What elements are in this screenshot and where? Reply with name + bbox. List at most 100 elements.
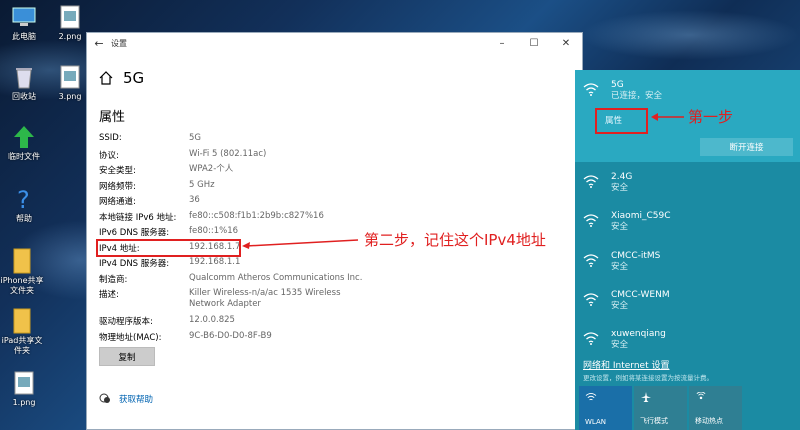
property-value: 12.0.0.825 (189, 315, 235, 325)
property-row: 物理地址(MAC): 9C-B6-D0-D0-8F-B9 (99, 331, 569, 347)
network-status: 安全 (611, 183, 629, 193)
desktop-icon-recycle-bin[interactable]: 回收站 (2, 64, 46, 102)
wifi-icon (583, 175, 599, 188)
step2-annotation: 第二步，记住这个IPv4地址 (364, 231, 546, 249)
network-item-active[interactable]: 5G 已连接，安全 (583, 80, 662, 102)
property-row: 协议: Wi-Fi 5 (802.11ac) (99, 149, 569, 165)
back-arrow-icon[interactable]: ← (87, 37, 111, 50)
step2-arrow (242, 239, 359, 249)
property-key: 安全类型: (99, 166, 136, 176)
property-row: 网络频带: 5 GHz (99, 180, 569, 196)
page-heading: 5G (99, 69, 144, 87)
network-status: 安全 (611, 301, 629, 311)
property-value: WPA2-个人 (189, 164, 234, 174)
folder-icon (9, 248, 35, 274)
network-name: CMCC-itMS (611, 251, 661, 261)
network-name: xuwenqiang (611, 329, 666, 339)
network-item[interactable]: CMCC-WENM 安全 (583, 290, 670, 312)
mobile-hotspot-tile[interactable]: 移动热点 (689, 386, 742, 430)
green-arrow-icon (11, 124, 37, 150)
recycle-bin-icon (11, 64, 37, 90)
network-name: Xiaomi_C59C (611, 211, 671, 221)
tile-label: WLAN (585, 418, 607, 426)
property-key: 描述: (99, 290, 119, 300)
help-link[interactable]: 获取帮助 (99, 393, 153, 405)
airplane-mode-tile[interactable]: 飞行模式 (634, 386, 687, 430)
wlan-tile[interactable]: WLAN (579, 386, 632, 430)
property-row: IPv4 DNS 服务器: 192.168.1.1 (99, 257, 569, 273)
quick-action-tiles: WLAN 飞行模式 移动热点 (575, 384, 800, 430)
desktop-icon-label: 帮助 (16, 214, 32, 223)
ipv4-highlight-box (96, 239, 241, 257)
property-key: IPv4 DNS 服务器: (99, 259, 170, 269)
desktop-icon-label: iPhone共享文件夹 (0, 276, 44, 295)
network-status: 安全 (611, 340, 629, 350)
network-name-title: 5G (123, 69, 145, 87)
property-value: 5G (189, 133, 201, 143)
wifi-icon (583, 332, 599, 345)
wifi-icon (583, 83, 599, 96)
desktop-icon-label: iPad共享文件夹 (1, 336, 43, 355)
step1-annotation: 第一步 (688, 108, 734, 126)
property-key: 物理地址(MAC): (99, 332, 162, 343)
property-key: 网络频带: (99, 181, 136, 192)
property-key: 网络通道: (99, 197, 136, 207)
desktop-icon-label: 此电脑 (12, 32, 36, 41)
desktop-icon-computer[interactable]: 此电脑 (2, 4, 46, 42)
airplane-icon (641, 392, 651, 402)
section-title: 属性 (99, 110, 126, 125)
image-file-icon (11, 370, 37, 396)
network-settings-description: 更改设置，例如将某连接设置为按流量计费。 (583, 374, 713, 382)
tile-label: 移动热点 (695, 417, 723, 425)
desktop-icon-1png[interactable]: 1.png (2, 370, 46, 408)
image-file-icon (57, 64, 83, 90)
disconnect-button[interactable]: 断开连接 (700, 138, 793, 156)
help-link-label: 获取帮助 (119, 395, 154, 405)
property-value: 192.168.1.1 (189, 257, 241, 267)
network-item[interactable]: xuwenqiang 安全 (583, 329, 666, 351)
tile-label: 飞行模式 (640, 417, 668, 425)
network-name: 2.4G (611, 172, 633, 182)
home-icon[interactable] (99, 71, 113, 85)
property-value: 5 GHz (189, 179, 215, 190)
network-settings-link[interactable]: 网络和 Internet 设置 (583, 358, 669, 371)
property-key: 驱动程序版本: (99, 317, 153, 327)
property-key: SSID: (99, 133, 122, 143)
desktop-icon-iphone-share[interactable]: iPhone共享文件夹 (0, 248, 44, 296)
property-key: IPv6 DNS 服务器: (99, 228, 170, 238)
network-status: 已连接，安全 (611, 91, 663, 101)
properties-highlight-box (595, 108, 648, 134)
desktop-icon-temp[interactable]: 临时文件 (2, 124, 46, 162)
network-name: 5G (611, 80, 624, 90)
wifi-icon (583, 214, 599, 227)
window-title: 设置 (111, 38, 127, 48)
desktop-icon-label: 回收站 (12, 92, 36, 101)
image-file-icon (57, 4, 83, 30)
property-key: 制造商: (99, 274, 128, 285)
property-row: SSID: 5G (99, 133, 569, 149)
help-icon: ? (11, 186, 37, 212)
title-bar: ← 设置 – ☐ ✕ (87, 33, 582, 53)
network-item[interactable]: CMCC-itMS 安全 (583, 251, 660, 273)
property-row: 描述: Killer Wireless-n/a/ac 1535 Wireless … (99, 288, 569, 315)
property-value: Wi-Fi 5 (802.11ac) (189, 148, 267, 159)
network-name: CMCC-WENM (611, 290, 670, 300)
network-status: 安全 (611, 222, 629, 232)
copy-button[interactable]: 复制 (99, 347, 155, 366)
wifi-icon (583, 254, 599, 267)
computer-icon (11, 4, 37, 30)
network-item[interactable]: Xiaomi_C59C 安全 (583, 211, 670, 233)
property-value: 36 (189, 195, 200, 205)
maximize-button[interactable]: ☐ (518, 38, 550, 49)
desktop-icon-label: 1.png (12, 398, 36, 407)
desktop-icon-ipad-share[interactable]: iPad共享文件夹 (0, 308, 44, 356)
minimize-button[interactable]: – (486, 38, 518, 49)
property-value: fe80::c508:f1b1:2b9b:c827%16 (189, 210, 324, 221)
desktop-icon-help[interactable]: ? 帮助 (2, 186, 46, 224)
close-button[interactable]: ✕ (550, 38, 582, 49)
property-row: 驱动程序版本: 12.0.0.825 (99, 315, 569, 331)
property-value: 9C-B6-D0-D0-8F-B9 (189, 330, 272, 341)
network-item[interactable]: 2.4G 安全 (583, 172, 632, 194)
desktop-icon-label: 临时文件 (8, 152, 40, 161)
property-key: 协议: (99, 150, 119, 161)
